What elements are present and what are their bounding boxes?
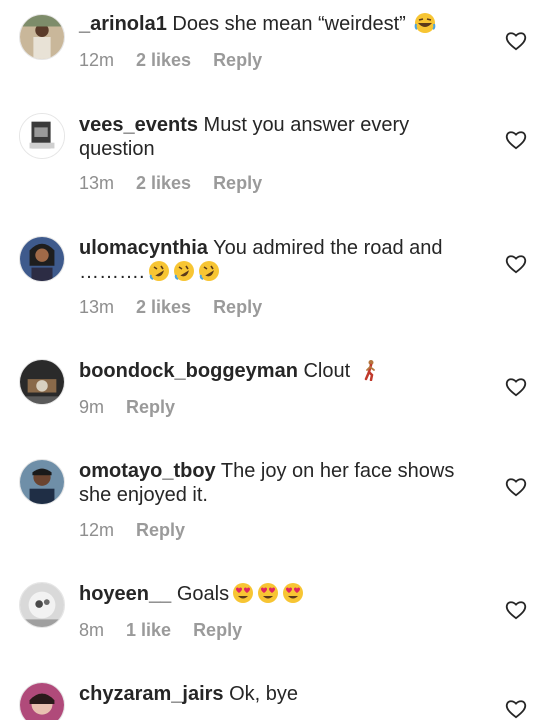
comment-meta: 12m Reply [79,519,207,541]
comment-likes[interactable]: 2 likes [136,50,191,70]
comment-meta: 13m 2 likes Reply [79,172,284,194]
reply-button[interactable]: Reply [213,50,262,70]
comment-body: Clout [297,360,356,382]
avatar[interactable] [19,14,65,60]
avatar[interactable] [19,236,65,282]
comment-text: ulomacynthia You admired the road and ……… [79,236,489,284]
like-heart-icon[interactable] [505,699,527,719]
comment-text: vees_events Must you answer every questi… [79,113,489,161]
comment-body: Does she mean “weirdest” [166,13,412,35]
reply-button[interactable]: Reply [126,397,175,417]
avatar[interactable] [19,113,65,159]
comment-time: 13m [79,297,115,317]
comment-username[interactable]: hoyeen__ [79,583,171,605]
comment-username[interactable]: _arinola1 [79,13,167,35]
comment-likes[interactable]: 2 likes [136,297,191,317]
heart-eyes-emoji-icon [257,582,279,604]
comment-username[interactable]: omotayo_tboy [79,460,216,482]
avatar[interactable] [19,582,65,628]
heart-eyes-emoji-icon [282,582,304,604]
comment-text: boondock_boggeyman Clout [79,359,489,383]
reply-button[interactable]: Reply [213,173,262,193]
comment-time: 12m [79,520,115,540]
reply-button[interactable]: Reply [193,620,242,640]
comment-time: 13m [79,173,115,193]
comment-meta: 8m 1 like Reply [79,619,264,641]
comment-username[interactable]: chyzaram_jairs [79,683,224,705]
comment-likes[interactable]: 2 likes [136,173,191,193]
like-heart-icon[interactable] [505,477,527,497]
like-heart-icon[interactable] [505,377,527,397]
comment-time: 12m [79,50,115,70]
laughing-emoji-icon [414,12,436,34]
walking-person-emoji-icon [359,359,381,381]
comment-username[interactable]: ulomacynthia [79,237,208,259]
comment-text: hoyeen__ Goals [79,582,489,606]
comment-text: omotayo_tboy The joy on her face shows s… [79,459,489,507]
like-heart-icon[interactable] [505,254,527,274]
comment-username[interactable]: boondock_boggeyman [79,360,298,382]
rofl-emoji-icon [173,260,195,282]
rofl-emoji-icon [148,260,170,282]
comment-likes[interactable]: 1 like [126,620,171,640]
comment-meta: 12m 2 likes Reply [79,49,284,71]
comment-username[interactable]: vees_events [79,114,198,136]
like-heart-icon[interactable] [505,600,527,620]
like-heart-icon[interactable] [505,31,527,51]
comment-body: Goals [171,583,230,605]
avatar[interactable] [19,359,65,405]
heart-eyes-emoji-icon [232,582,254,604]
reply-button[interactable]: Reply [136,520,185,540]
comment-body: Ok, bye [223,683,299,705]
reply-button[interactable]: Reply [213,297,262,317]
avatar[interactable] [19,459,65,505]
comment-meta: 9m Reply [79,396,197,418]
comment-text: _arinola1 Does she mean “weirdest” [79,12,489,36]
avatar[interactable] [19,682,65,720]
comment-meta: 13m 2 likes Reply [79,296,284,318]
comment-text: chyzaram_jairs Ok, bye [79,682,489,706]
like-heart-icon[interactable] [505,130,527,150]
rofl-emoji-icon [198,260,220,282]
comment-time: 9m [79,397,105,417]
comment-time: 8m [79,620,105,640]
